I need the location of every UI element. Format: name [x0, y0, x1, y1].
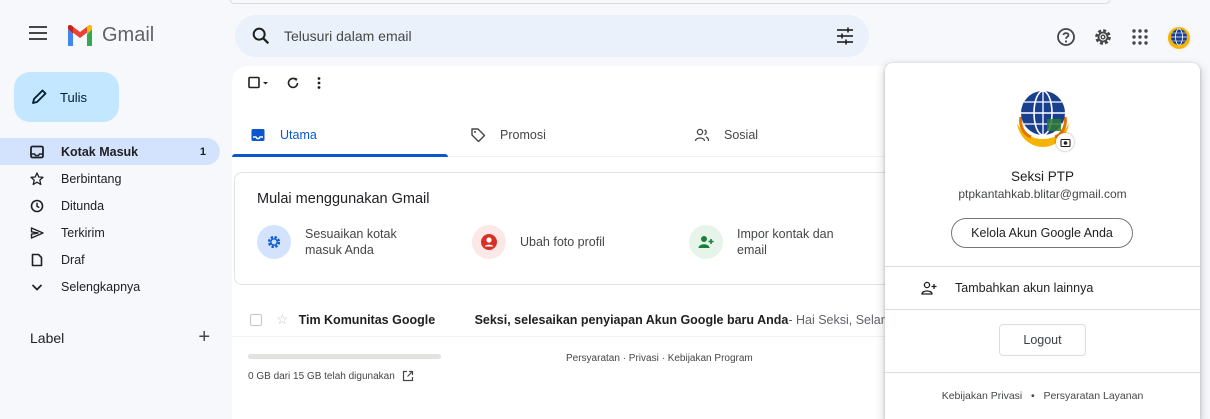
row-checkbox[interactable]	[250, 313, 262, 326]
gear-icon	[257, 225, 291, 259]
sidebar-item-label: Terkirim	[61, 225, 105, 240]
add-account-label: Tambahkan akun lainnya	[955, 281, 1094, 295]
sidebar-item-more[interactable]: Selengkapnya	[0, 273, 220, 300]
divider	[885, 372, 1200, 373]
storage-info[interactable]: 0 GB dari 15 GB telah digunakan	[248, 370, 414, 382]
person-add-icon	[921, 281, 937, 295]
email-subject: Seksi, selesaikan penyiapan Akun Google …	[474, 312, 789, 327]
main-menu-icon[interactable]	[29, 26, 47, 40]
globe-emblem-icon	[1168, 27, 1190, 49]
help-icon[interactable]	[1055, 26, 1077, 48]
terms-link[interactable]: Persyaratan Layanan	[1043, 390, 1143, 402]
tab-social[interactable]: Sosial	[694, 113, 758, 157]
inbox-icon	[30, 145, 44, 159]
getting-started-card: Mulai menggunakan Gmail Sesuaikan kotak …	[234, 172, 894, 285]
import-contacts-item[interactable]: Impor kontak dan email	[689, 225, 847, 259]
account-icon	[472, 225, 506, 259]
sidebar-item-label: Berbintang	[61, 171, 122, 186]
add-account-button[interactable]: Tambahkan akun lainnya	[921, 281, 1093, 295]
clock-icon	[30, 199, 44, 213]
search-icon[interactable]	[250, 25, 272, 47]
tab-label: Promosi	[500, 128, 546, 142]
email-snippet: - Hai Seksi, Selar	[788, 312, 885, 327]
more-options-button[interactable]	[316, 76, 322, 90]
toolbar	[248, 76, 338, 90]
gmail-m-icon	[68, 24, 92, 46]
checkbox-dropdown-icon	[248, 76, 268, 89]
logout-button[interactable]: Logout	[999, 324, 1086, 356]
sidebar-item-drafts[interactable]: Draf	[0, 246, 220, 273]
email-row[interactable]: ☆ Tim Komunitas Google Seksi, selesaikan…	[232, 303, 892, 337]
sidebar-item-label: Selengkapnya	[61, 279, 141, 294]
divider	[885, 266, 1200, 267]
refresh-icon	[287, 77, 299, 89]
search-input[interactable]: Telusuri dalam email	[284, 28, 412, 44]
add-label-button[interactable]: +	[198, 327, 210, 347]
change-photo-button[interactable]	[1056, 133, 1074, 151]
people-icon	[694, 128, 710, 142]
tag-icon	[471, 128, 486, 143]
add-contact-icon	[689, 225, 723, 259]
gmail-logo[interactable]: Gmail	[66, 24, 154, 47]
camera-icon	[1059, 138, 1071, 147]
app-title: Gmail	[102, 24, 155, 46]
sidebar-item-starred[interactable]: Berbintang	[0, 165, 220, 192]
footer-separator: •	[1031, 390, 1035, 402]
email-sender: Tim Komunitas Google	[298, 312, 436, 327]
star-icon[interactable]: ☆	[276, 311, 289, 328]
customize-inbox-item[interactable]: Sesuaikan kotak masuk Anda	[257, 225, 415, 259]
divider	[885, 309, 1200, 310]
footer-links[interactable]: Persyaratan · Privasi · Kebijakan Progra…	[566, 353, 753, 364]
open-external-icon[interactable]	[402, 370, 414, 382]
gear-icon[interactable]	[1092, 26, 1114, 48]
sidebar-item-label: Ditunda	[61, 198, 105, 213]
sidebar-nav: Kotak Masuk 1 Berbintang Ditunda Terkiri…	[0, 138, 220, 300]
compose-button[interactable]: Tulis	[14, 72, 119, 122]
tab-promotions[interactable]: Promosi	[470, 113, 546, 157]
compose-label: Tulis	[60, 89, 87, 105]
customize-inbox-label: Sesuaikan kotak masuk Anda	[305, 227, 397, 257]
tab-primary[interactable]: Utama	[250, 113, 317, 157]
refresh-button[interactable]	[286, 76, 300, 90]
storage-bar	[248, 354, 441, 359]
tab-label: Utama	[280, 128, 317, 142]
account-name: Seksi PTP	[1010, 169, 1075, 184]
apps-grid-icon[interactable]	[1129, 26, 1151, 48]
sidebar-item-inbox[interactable]: Kotak Masuk 1	[0, 138, 220, 165]
privacy-policy-link[interactable]: Kebijakan Privasi	[942, 390, 1023, 402]
more-vert-icon	[317, 77, 321, 89]
account-avatar[interactable]	[1166, 25, 1192, 51]
getting-started-title: Mulai menggunakan Gmail	[257, 191, 430, 207]
sidebar-item-label: Draf	[61, 252, 85, 267]
storage-text: 0 GB dari 15 GB telah digunakan	[248, 370, 395, 382]
import-contacts-label: Impor kontak dan email	[737, 227, 834, 257]
labels-section: Label +	[30, 327, 210, 347]
unread-count: 1	[199, 145, 206, 158]
pencil-icon	[32, 89, 47, 104]
window-top-edge	[230, 0, 1110, 4]
active-tab-indicator	[232, 154, 448, 157]
tab-label: Sosial	[724, 128, 759, 142]
sidebar-item-snoozed[interactable]: Ditunda	[0, 192, 220, 219]
popup-footer: Kebijakan Privasi • Persyaratan Layanan	[885, 390, 1200, 402]
chevron-down-icon	[30, 280, 44, 294]
star-icon	[30, 171, 44, 186]
send-icon	[30, 226, 44, 240]
change-photo-item[interactable]: Ubah foto profil	[472, 225, 630, 259]
account-email: ptpkantahkab.blitar@gmail.com	[958, 187, 1127, 201]
account-popup: Seksi PTP ptpkantahkab.blitar@gmail.com …	[885, 63, 1200, 419]
sidebar-item-label: Kotak Masuk	[61, 144, 139, 159]
select-all-checkbox[interactable]	[248, 76, 270, 90]
sidebar-item-sent[interactable]: Terkirim	[0, 219, 220, 246]
manage-account-button[interactable]: Kelola Akun Google Anda	[951, 218, 1133, 248]
draft-icon	[30, 253, 44, 267]
search-options-icon[interactable]	[835, 26, 855, 46]
change-photo-label: Ubah foto profil	[520, 235, 605, 249]
inbox-icon	[251, 129, 265, 141]
labels-header: Label	[30, 330, 65, 346]
search-bar[interactable]: Telusuri dalam email	[235, 15, 869, 57]
